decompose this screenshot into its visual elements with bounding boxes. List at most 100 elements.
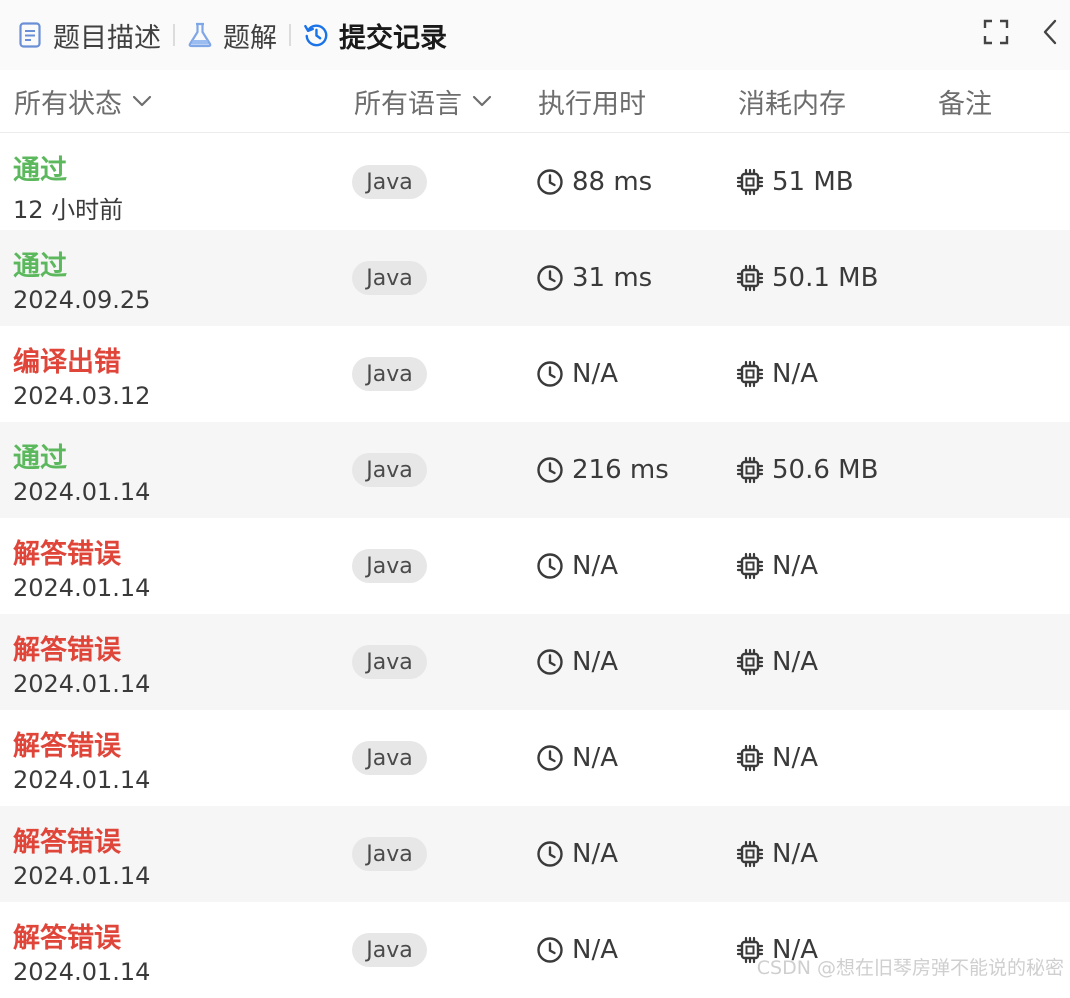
runtime-column-header: 执行用时 <box>538 88 646 120</box>
status-filter-dropdown[interactable]: 所有状态 <box>14 70 152 132</box>
chip-icon <box>735 839 765 869</box>
flask-icon <box>187 22 213 48</box>
memory-cell: N/A <box>735 710 818 806</box>
runtime-value: 31 ms <box>572 263 653 293</box>
runtime-cell: 88 ms <box>535 134 652 230</box>
collapse-button[interactable] <box>1033 17 1067 51</box>
memory-value: N/A <box>772 551 818 581</box>
tab-submissions-label: 提交记录 <box>339 22 447 54</box>
chevron-down-icon <box>472 95 492 107</box>
runtime-cell: N/A <box>535 518 618 614</box>
table-row[interactable]: 通过 2024.09.25 Java 31 ms 50.1 MB <box>0 230 1070 326</box>
runtime-value: N/A <box>572 743 618 773</box>
runtime-value: N/A <box>572 359 618 389</box>
submission-time: 2024.01.14 <box>13 958 151 986</box>
table-row[interactable]: 解答错误 2024.01.14 Java N/A N/A <box>0 902 1070 998</box>
submission-status[interactable]: 通过 <box>13 148 67 187</box>
clock-icon <box>535 743 565 773</box>
memory-cell: 50.6 MB <box>735 422 878 518</box>
submission-time: 2024.09.25 <box>13 286 151 314</box>
runtime-cell: 216 ms <box>535 422 669 518</box>
chip-icon <box>735 647 765 677</box>
submission-status[interactable]: 解答错误 <box>13 532 121 571</box>
runtime-value: 88 ms <box>572 167 653 197</box>
table-row[interactable]: 解答错误 2024.01.14 Java N/A N/A <box>0 614 1070 710</box>
tab-solutions-label: 题解 <box>223 22 277 54</box>
language-filter-label: 所有语言 <box>354 88 462 120</box>
tab-divider <box>289 24 291 46</box>
runtime-cell: 31 ms <box>535 230 652 326</box>
fullscreen-button[interactable] <box>979 17 1013 51</box>
fullscreen-icon <box>983 19 1009 49</box>
language-badge: Java <box>352 357 427 391</box>
memory-cell: 51 MB <box>735 134 854 230</box>
runtime-value: 216 ms <box>572 455 669 485</box>
submission-list: 通过 12 小时前 Java 88 ms 51 MB 通过 2024.09.25 Java 31… <box>0 134 1070 998</box>
language-badge: Java <box>352 165 427 199</box>
submission-status[interactable]: 通过 <box>13 436 67 475</box>
table-row[interactable]: 解答错误 2024.01.14 Java N/A N/A <box>0 518 1070 614</box>
tab-submissions[interactable]: 提交记录 <box>303 0 447 70</box>
status-filter-label: 所有状态 <box>14 88 122 120</box>
memory-column-header: 消耗内存 <box>738 88 846 120</box>
submission-status[interactable]: 解答错误 <box>13 916 121 955</box>
submission-time: 2024.01.14 <box>13 574 151 602</box>
memory-cell: N/A <box>735 806 818 902</box>
table-row[interactable]: 编译出错 2024.03.12 Java N/A N/A <box>0 326 1070 422</box>
runtime-cell: N/A <box>535 902 618 998</box>
submission-status[interactable]: 通过 <box>13 244 67 283</box>
clock-icon <box>535 455 565 485</box>
runtime-value: N/A <box>572 647 618 677</box>
document-icon <box>17 22 43 48</box>
chip-icon <box>735 743 765 773</box>
memory-cell: 50.1 MB <box>735 230 878 326</box>
submission-status[interactable]: 解答错误 <box>13 724 121 763</box>
submission-time: 2024.01.14 <box>13 670 151 698</box>
table-row[interactable]: 通过 2024.01.14 Java 216 ms 50.6 MB <box>0 422 1070 518</box>
language-badge: Java <box>352 837 427 871</box>
submission-time: 2024.01.14 <box>13 766 151 794</box>
language-filter-dropdown[interactable]: 所有语言 <box>354 70 492 132</box>
submission-status[interactable]: 解答错误 <box>13 820 121 859</box>
submission-status[interactable]: 编译出错 <box>13 340 121 379</box>
clock-icon <box>535 935 565 965</box>
tab-divider <box>173 24 175 46</box>
chip-icon <box>735 167 765 197</box>
memory-value: N/A <box>772 647 818 677</box>
tab-description-label: 题目描述 <box>53 22 161 54</box>
clock-icon <box>535 167 565 197</box>
runtime-cell: N/A <box>535 614 618 710</box>
tab-bar: 题目描述 题解 提交记录 <box>0 0 1070 70</box>
runtime-cell: N/A <box>535 806 618 902</box>
tab-description[interactable]: 题目描述 <box>17 0 161 70</box>
chip-icon <box>735 359 765 389</box>
language-badge: Java <box>352 549 427 583</box>
table-row[interactable]: 解答错误 2024.01.14 Java N/A N/A <box>0 710 1070 806</box>
table-row[interactable]: 通过 12 小时前 Java 88 ms 51 MB <box>0 134 1070 230</box>
runtime-cell: N/A <box>535 326 618 422</box>
memory-cell: N/A <box>735 902 818 998</box>
runtime-value: N/A <box>572 935 618 965</box>
memory-value: 51 MB <box>772 167 854 197</box>
submission-time: 2024.03.12 <box>13 382 151 410</box>
submission-time: 2024.01.14 <box>13 478 151 506</box>
clock-icon <box>535 647 565 677</box>
language-badge: Java <box>352 453 427 487</box>
chip-icon <box>735 455 765 485</box>
watermark: CSDN @想在旧琴房弹不能说的秘密 <box>756 957 1064 979</box>
memory-cell: N/A <box>735 326 818 422</box>
submission-time: 2024.01.14 <box>13 862 151 890</box>
clock-icon <box>535 263 565 293</box>
chip-icon <box>735 263 765 293</box>
submission-time: 12 小时前 <box>13 196 124 224</box>
table-row[interactable]: 解答错误 2024.01.14 Java N/A N/A <box>0 806 1070 902</box>
chip-icon <box>735 551 765 581</box>
language-badge: Java <box>352 933 427 967</box>
clock-icon <box>535 359 565 389</box>
clock-icon <box>535 551 565 581</box>
table-header: 所有状态 所有语言 执行用时 消耗内存 备注 <box>0 70 1070 133</box>
submission-status[interactable]: 解答错误 <box>13 628 121 667</box>
tab-solutions[interactable]: 题解 <box>187 0 277 70</box>
chevron-left-icon <box>1041 19 1059 49</box>
memory-value: N/A <box>772 743 818 773</box>
